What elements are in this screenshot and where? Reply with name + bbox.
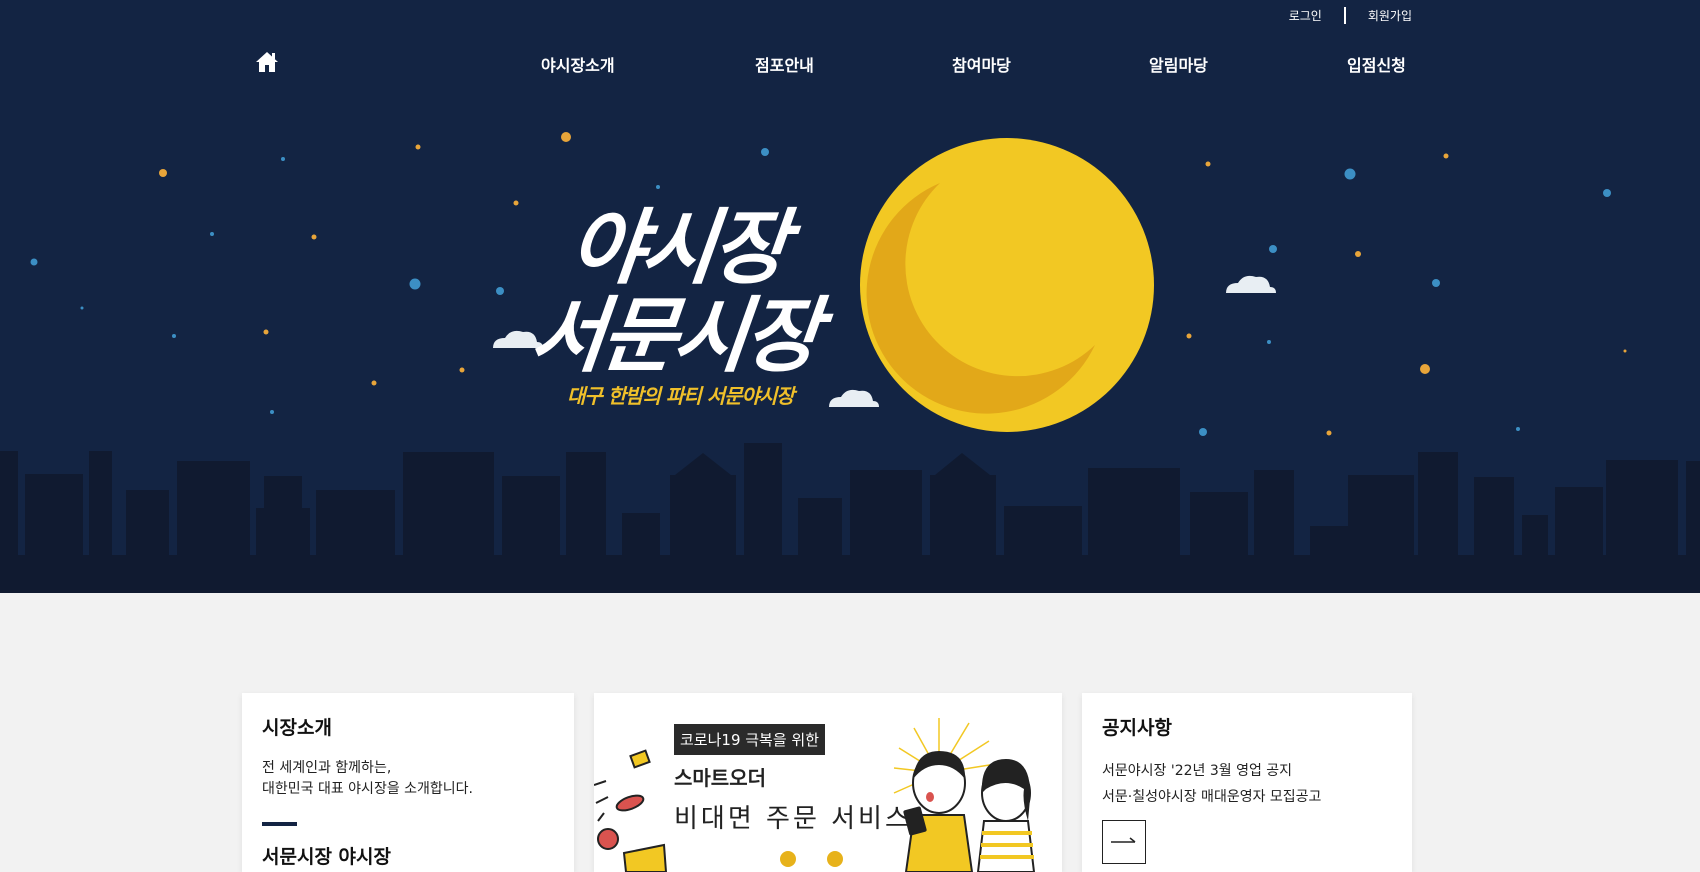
intro-line2: 대한민국 대표 야시장을 소개합니다. [262,781,473,797]
login-link[interactable]: 로그인 [1267,7,1344,24]
signup-link[interactable]: 회원가입 [1346,7,1412,24]
promo-tag: 코로나19 극복을 위한 [674,724,826,755]
notice-title: 공지사항 [1102,717,1172,739]
nav-item-market-intro[interactable]: 야시장소개 [541,52,615,76]
notice-card: 공지사항 서문야시장 '22년 3월 영업 공지 서문·칠성야시장 매대운영자 … [1082,693,1412,872]
nav-item-shop-guide[interactable]: 점포안내 [755,52,814,76]
nav-item-participation[interactable]: 참여마당 [952,52,1011,76]
main-nav: 야시장소개 점포안내 참여마당 알림마당 입점신청 [0,50,1700,80]
notice-item[interactable]: 서문·칠성야시장 매대운영자 모집공고 [1102,784,1392,810]
notice-item[interactable]: 서문야시장 '22년 3월 영업 공지 [1102,758,1392,784]
promo-subtitle: 비대면 주문 서비스 [674,804,912,834]
hero-banner: 야시장 서문시장 대구 한밤의 파티 서문야시장 로그인 회원가입 야시장소개 … [0,0,1700,593]
intro-title: 시장소개 [262,717,332,739]
promo-title: 스마트오더 [674,766,766,790]
utility-bar: 로그인 회원가입 [1267,7,1412,24]
carousel-dot[interactable] [827,851,843,867]
intro-card[interactable]: 시장소개 전 세계인과 함께하는, 대한민국 대표 야시장을 소개합니다. 서문… [242,693,574,872]
nav-item-notices[interactable]: 알림마당 [1149,52,1208,76]
carousel-dot[interactable] [780,851,796,867]
hero-title-line2: 서문시장 [525,289,822,384]
hero-subtitle: 대구 한밤의 파티 서문야시장 [567,384,795,408]
hero-title-line1: 야시장 [564,201,789,296]
smart-order-illustration [594,718,1036,872]
arrow-right-icon [1111,837,1136,843]
notice-more-button[interactable] [1102,820,1146,864]
home-icon[interactable] [255,50,279,74]
intro-subtitle: 서문시장 야시장 [262,846,391,868]
nav-item-apply[interactable]: 입점신청 [1347,52,1406,76]
section-divider [262,822,297,826]
promo-banner[interactable]: 코로나19 극복을 위한 스마트오더 비대면 주문 서비스 [594,693,1062,872]
city-skyline-illustration [0,443,1700,593]
intro-line1: 전 세계인과 함께하는, [262,760,392,776]
hero-title: 야시장 서문시장 [525,201,830,384]
